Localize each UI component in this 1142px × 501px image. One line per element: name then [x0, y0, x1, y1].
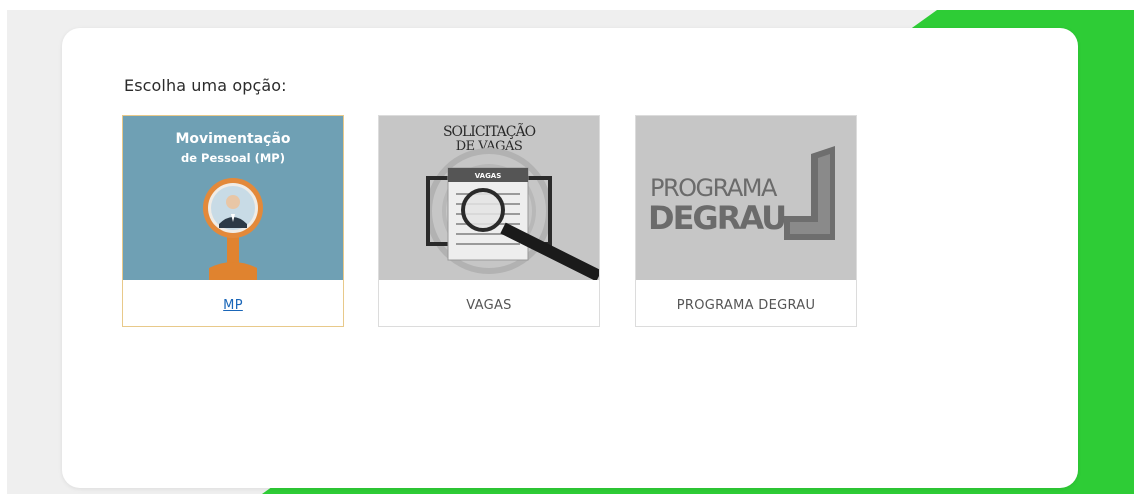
option-programa-degrau[interactable]: PROGRAMA DEGRAU PROGRAMA DEGRAU — [635, 115, 857, 327]
page-background: Escolha uma opção: Movimentação de Pesso… — [7, 10, 1134, 494]
option-mp-label[interactable]: MP — [123, 298, 343, 313]
degrau-thumbnail: PROGRAMA DEGRAU — [636, 116, 856, 280]
option-programa-degrau-label[interactable]: PROGRAMA DEGRAU — [636, 298, 856, 313]
mp-thumb-title-1: Movimentação — [175, 131, 290, 147]
options-card: Escolha uma opção: Movimentação de Pesso… — [62, 28, 1078, 488]
option-vagas-label[interactable]: VAGAS — [379, 298, 599, 313]
option-vagas[interactable]: SOLICITAÇÃO DE VAGAS VAGAS VAGAS — [378, 115, 600, 327]
mp-thumb-title-2: de Pessoal (MP) — [181, 151, 285, 165]
option-mp[interactable]: Movimentação de Pessoal (MP) MP — [122, 115, 344, 327]
mp-thumbnail: Movimentação de Pessoal (MP) — [123, 116, 343, 280]
vagas-thumbnail: SOLICITAÇÃO DE VAGAS VAGAS — [379, 116, 599, 280]
vagas-paper-heading: VAGAS — [475, 172, 502, 180]
vagas-thumb-title-1: SOLICITAÇÃO — [443, 122, 536, 140]
degrau-thumb-title-1: PROGRAMA — [650, 174, 778, 202]
page-prompt: Escolha uma opção: — [124, 76, 287, 95]
degrau-thumb-title-2: DEGRAU — [648, 199, 785, 237]
